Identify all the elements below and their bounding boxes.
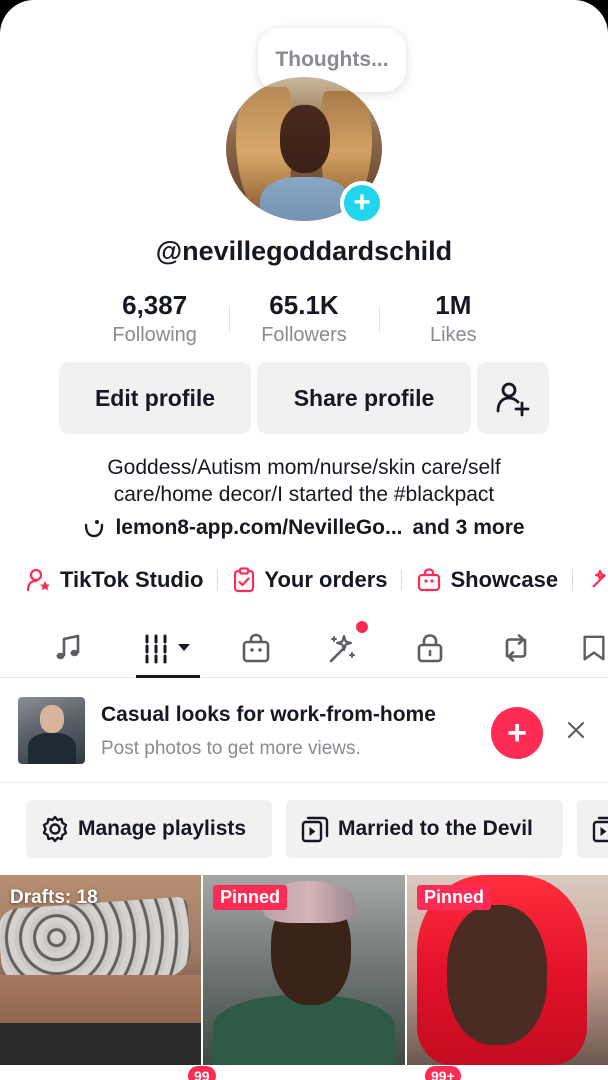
shortcut-label: TikTok Studio xyxy=(60,567,204,592)
separator xyxy=(572,570,574,590)
promo-add-button[interactable]: + xyxy=(491,707,543,759)
pinned-badge: Pinned xyxy=(213,885,288,910)
promo-thumb-body xyxy=(28,733,76,764)
plus-icon: + xyxy=(353,186,371,219)
video-thumbnail-drafts[interactable]: Drafts: 18 xyxy=(0,875,201,1065)
add-story-button[interactable]: + xyxy=(340,181,384,225)
bio: Goddess/Autism mom/nurse/skin care/self … xyxy=(40,454,568,508)
promo-thumbnail xyxy=(18,697,85,764)
thumb-shape xyxy=(213,995,395,1065)
chip-label: Manage playlists xyxy=(78,817,247,840)
shop-bag-icon xyxy=(242,633,270,663)
favorites-icon xyxy=(583,635,605,661)
lock-icon xyxy=(417,634,443,663)
content-tabs xyxy=(0,618,608,678)
bio-line: Goddess/Autism mom/nurse/skin care/self xyxy=(107,456,501,479)
creator-star-icon xyxy=(26,568,50,592)
tab-effects[interactable] xyxy=(318,626,366,670)
link-text[interactable]: lemon8-app.com/NevilleGo... xyxy=(115,516,402,540)
playlist-icon xyxy=(301,816,329,843)
tiktok-studio-shortcut[interactable]: TikTok Studio xyxy=(26,567,203,593)
music-note-icon xyxy=(56,634,80,660)
your-orders-shortcut[interactable]: Your orders xyxy=(232,567,387,593)
stat-value: 6,387 xyxy=(122,290,188,320)
stats-row: 6,387 Following 65.1K Followers 1M Likes xyxy=(80,288,528,352)
tab-reposts[interactable] xyxy=(492,626,540,670)
gear-icon xyxy=(42,815,68,843)
username: @nevillegoddardschild xyxy=(155,236,453,266)
link-more[interactable]: and 3 more xyxy=(413,516,525,540)
chip-label: Married to the Devil xyxy=(338,817,533,840)
playlist-chip-more[interactable] xyxy=(577,800,608,858)
stat-followers[interactable]: 65.1K Followers xyxy=(229,288,378,352)
notification-badge: 99 xyxy=(188,1066,216,1080)
tab-private[interactable] xyxy=(406,626,454,670)
stat-label: Followers xyxy=(261,324,347,346)
tab-shop[interactable] xyxy=(232,626,280,670)
promo-close-button[interactable] xyxy=(562,716,590,744)
thumb-shape xyxy=(0,975,201,1025)
plus-icon: + xyxy=(507,714,527,752)
bio-line: care/home decor/I started the #blackpact xyxy=(113,483,495,506)
promo-thumb-head xyxy=(40,705,64,733)
stat-label: Following xyxy=(112,324,197,346)
link-icon xyxy=(85,520,104,538)
bio-links[interactable]: lemon8-app.com/NevilleGo... and 3 more xyxy=(0,516,608,540)
promo-title: Casual looks for work-from-home xyxy=(101,703,436,726)
orders-icon xyxy=(234,567,255,593)
playlist-chip[interactable]: Married to the Devil xyxy=(286,800,563,858)
thought-bubble-text: Thoughts... xyxy=(275,48,389,71)
notification-badge: 99+ xyxy=(425,1066,461,1080)
tab-videos[interactable] xyxy=(136,626,200,670)
manage-playlists-button[interactable]: Manage playlists xyxy=(26,800,272,858)
stat-likes[interactable]: 1M Likes xyxy=(378,288,528,352)
notification-dot xyxy=(356,621,368,633)
pinned-badge: Pinned xyxy=(417,885,492,910)
thumb-shape xyxy=(447,905,547,1045)
sparkle-icon xyxy=(592,569,606,588)
separator xyxy=(401,570,403,590)
drafts-label: Drafts: 18 xyxy=(10,887,98,908)
showcase-shortcut[interactable]: Showcase xyxy=(416,567,558,593)
video-thumbnail[interactable]: Pinned xyxy=(203,875,405,1065)
promo-subtitle: Post photos to get more views. xyxy=(101,738,361,759)
add-user-icon xyxy=(496,382,530,417)
grid-dropdown-icon xyxy=(145,634,190,664)
bottom-nav xyxy=(0,1065,608,1080)
separator xyxy=(217,570,219,590)
thumb-shape xyxy=(0,1023,201,1065)
more-shortcut[interactable] xyxy=(587,567,608,593)
playlist-icon xyxy=(592,816,608,843)
magic-wand-icon xyxy=(329,634,355,663)
promo-card[interactable]: Casual looks for work-from-home Post pho… xyxy=(0,679,608,783)
stat-following[interactable]: 6,387 Following xyxy=(80,288,229,352)
edit-profile-button[interactable]: Edit profile xyxy=(59,362,251,434)
shortcut-label: Your orders xyxy=(264,567,388,592)
avatar-face xyxy=(280,105,330,173)
active-tab-indicator xyxy=(136,675,200,678)
stat-label: Likes xyxy=(429,324,477,346)
profile-screen: Thoughts... + @nevillegoddardschild 6,38… xyxy=(0,0,608,1080)
showcase-bag-icon xyxy=(418,568,441,592)
stat-value: 1M xyxy=(435,290,472,320)
add-friends-button[interactable] xyxy=(477,362,549,434)
video-grid: Drafts: 18 Pinned Pinned xyxy=(0,875,608,1065)
close-icon xyxy=(567,721,585,739)
tab-music[interactable] xyxy=(44,626,92,670)
stat-value: 65.1K xyxy=(269,290,339,320)
shortcuts-row: TikTok Studio Your orders Showcase xyxy=(26,562,608,598)
tab-favorites[interactable] xyxy=(580,626,608,670)
video-thumbnail[interactable]: Pinned xyxy=(407,875,608,1065)
shortcut-label: Showcase xyxy=(450,567,559,592)
share-profile-button[interactable]: Share profile xyxy=(257,362,471,434)
repost-icon xyxy=(505,634,527,662)
avatar-shirt xyxy=(260,177,350,221)
